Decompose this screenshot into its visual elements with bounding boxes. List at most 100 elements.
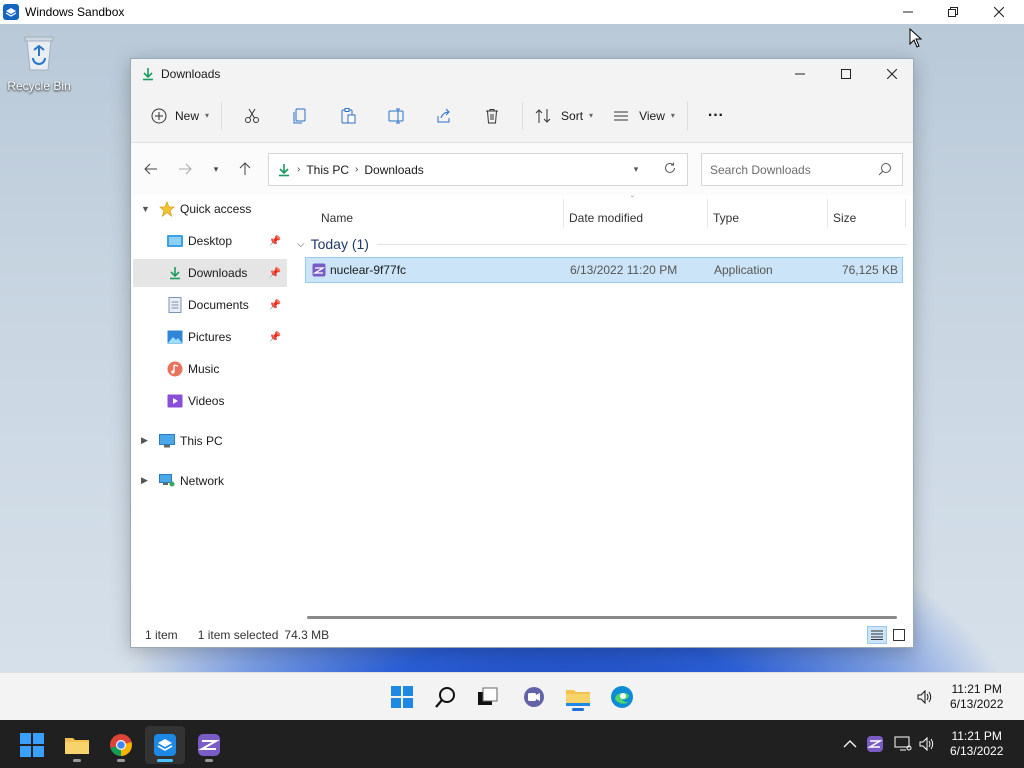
host-volume-button[interactable] [918, 720, 936, 768]
column-divider [707, 199, 708, 227]
downloads-icon [279, 163, 289, 176]
sidebar-item-downloads[interactable]: Downloads 📌 [133, 259, 287, 287]
music-icon [167, 361, 183, 377]
sidebar-item-label: Documents [188, 298, 249, 312]
guest-search-button[interactable] [430, 681, 462, 713]
details-view-button[interactable] [867, 626, 887, 644]
host-pinned-app-button[interactable] [189, 726, 229, 764]
sidebar-item-this-pc[interactable]: ▶ This PC [133, 427, 287, 455]
close-icon [887, 69, 897, 79]
column-header-name[interactable]: Name [321, 203, 353, 233]
guest-edge-button[interactable] [606, 681, 638, 713]
host-start-button[interactable] [12, 726, 52, 764]
active-app-indicator [572, 708, 584, 711]
toolbar-separator [221, 101, 223, 130]
breadcrumb-downloads[interactable]: Downloads [364, 163, 423, 177]
back-button[interactable] [139, 153, 163, 185]
host-network-button[interactable] [894, 720, 912, 768]
paste-button[interactable] [324, 100, 372, 132]
group-header-today[interactable]: ⌵ Today (1) [297, 233, 907, 255]
refresh-button[interactable] [653, 162, 687, 177]
tiles-view-button[interactable] [889, 626, 909, 644]
application-icon [198, 734, 220, 756]
explorer-window-title: Downloads [161, 67, 221, 81]
pin-icon: 📌 [268, 235, 281, 247]
search-input[interactable]: Search Downloads [710, 163, 811, 177]
downloads-icon [167, 265, 183, 281]
close-icon [994, 7, 1004, 17]
explorer-minimize-button[interactable] [777, 59, 823, 89]
chevron-down-icon: ▼ [141, 204, 150, 214]
sidebar-item-network[interactable]: ▶ Network [133, 467, 287, 495]
rename-icon [388, 108, 404, 123]
sidebar-item-label: Videos [188, 394, 225, 408]
recycle-bin-shortcut[interactable]: Recycle Bin [6, 34, 72, 93]
horizontal-scrollbar[interactable] [307, 616, 897, 619]
guest-clock[interactable]: 11:21 PM 6/13/2022 [950, 673, 1003, 721]
column-divider [827, 199, 828, 227]
volume-icon [917, 689, 932, 705]
explorer-close-button[interactable] [869, 59, 915, 89]
folder-icon [65, 738, 89, 754]
application-icon [312, 263, 326, 277]
sort-button[interactable]: Sort ▾ [529, 100, 599, 132]
sidebar-item-label: Music [188, 362, 220, 376]
column-header-size[interactable]: Size [833, 203, 856, 233]
host-chrome-button[interactable] [101, 726, 141, 764]
host-close-button[interactable] [976, 0, 1022, 24]
guest-teams-chat-button[interactable] [518, 681, 550, 713]
breadcrumb-this-pc[interactable]: This PC [306, 163, 349, 177]
forward-button[interactable] [173, 153, 197, 185]
host-clock[interactable]: 11:21 PM 6/13/2022 [950, 720, 1003, 768]
guest-volume-button[interactable] [916, 673, 934, 721]
host-tray-app-button[interactable] [866, 720, 884, 768]
search-box[interactable]: Search Downloads [701, 153, 903, 186]
arrow-left-icon [144, 163, 157, 175]
column-header-type[interactable]: Type [713, 203, 739, 233]
search-icon [435, 687, 455, 708]
host-sandbox-button[interactable] [145, 726, 185, 764]
recent-locations-button[interactable]: ▾ [207, 153, 225, 185]
guest-task-view-button[interactable] [472, 681, 504, 713]
file-date: 6/13/2022 11:20 PM [570, 263, 678, 277]
view-button[interactable]: View ▾ [607, 100, 681, 132]
sidebar-item-videos[interactable]: Videos [133, 387, 287, 415]
new-button[interactable]: New ▾ [145, 100, 215, 132]
sidebar-item-pictures[interactable]: Pictures 📌 [133, 323, 287, 351]
chevron-right-icon: ▶ [141, 475, 148, 485]
share-button[interactable] [420, 100, 468, 132]
host-restore-button[interactable] [930, 0, 976, 24]
address-history-dropdown[interactable]: ▾ [619, 164, 653, 175]
host-clock-date: 6/13/2022 [950, 744, 1004, 758]
up-button[interactable] [233, 153, 257, 185]
guest-file-explorer-button[interactable] [562, 681, 594, 713]
star-icon [159, 201, 175, 217]
chevron-down-icon: ▾ [589, 111, 594, 120]
sidebar-item-music[interactable]: Music [133, 355, 287, 383]
copy-button[interactable] [276, 100, 324, 132]
explorer-title-bar: Downloads [131, 59, 913, 89]
pin-icon: 📌 [268, 331, 281, 343]
chevron-down-icon: ▾ [213, 163, 219, 174]
more-options-button[interactable]: ··· [694, 100, 738, 132]
sidebar-item-label: Desktop [188, 234, 233, 248]
windows-logo-icon [20, 733, 44, 757]
address-breadcrumb[interactable]: › This PC › Downloads ▾ [268, 153, 688, 186]
sidebar-item-quick-access[interactable]: ▼ Quick access [133, 195, 287, 223]
host-file-explorer-button[interactable] [57, 726, 97, 764]
host-minimize-button[interactable] [885, 0, 931, 24]
new-button-label: New [175, 108, 200, 123]
cut-button[interactable] [228, 100, 276, 132]
guest-start-button[interactable] [386, 681, 418, 713]
column-header-date-modified[interactable]: Date modified [569, 203, 643, 233]
table-row[interactable]: nuclear-9f77fc 6/13/2022 11:20 PM Applic… [305, 257, 903, 283]
delete-button[interactable] [468, 100, 516, 132]
command-bar: New ▾ Sort ▾ View ▾ ··· [131, 89, 913, 143]
sidebar-item-desktop[interactable]: Desktop 📌 [133, 227, 287, 255]
sidebar-item-documents[interactable]: Documents 📌 [133, 291, 287, 319]
volume-icon [919, 736, 934, 752]
host-show-hidden-icons-button[interactable] [843, 720, 857, 768]
rename-button[interactable] [372, 100, 420, 132]
explorer-maximize-button[interactable] [823, 59, 869, 89]
status-item-count: 1 item [145, 628, 178, 642]
